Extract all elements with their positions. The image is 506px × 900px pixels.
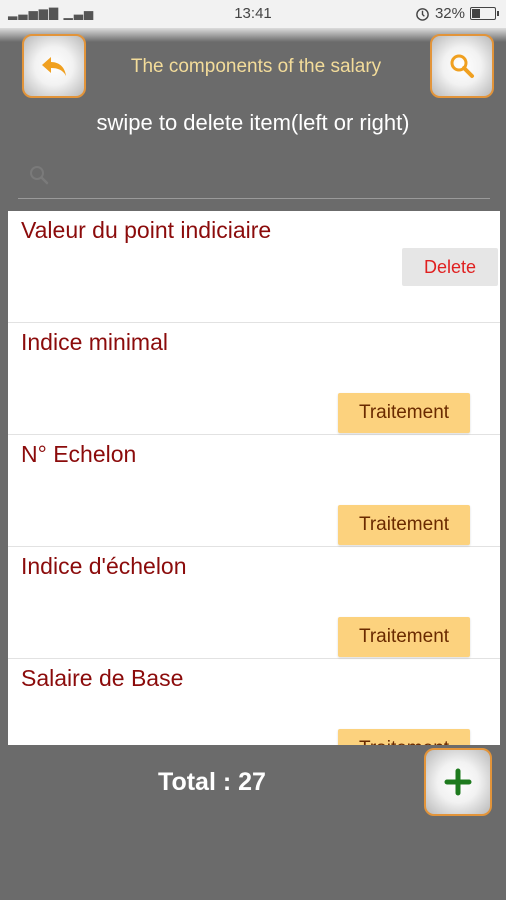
total-count: Total : 27 [158,768,266,796]
list-item[interactable]: N° Echelon Traitement [8,435,500,547]
components-list[interactable]: Valeur du point indiciaire Delete Indice… [8,211,500,745]
item-title: N° Echelon [21,441,137,467]
status-right: 32% [415,5,499,22]
item-title: Salaire de Base [21,665,184,691]
battery-fill [472,9,480,18]
traitement-button[interactable]: Traitement [338,729,470,745]
search-icon [30,166,49,185]
back-button[interactable] [22,34,86,98]
item-title: Valeur du point indiciaire [21,217,272,243]
search-input[interactable] [58,162,482,192]
add-button[interactable] [424,748,492,816]
list-item[interactable]: Valeur du point indiciaire Delete [8,211,500,323]
reply-arrow-icon [42,57,66,76]
list-item[interactable]: Indice minimal Traitement [8,323,500,435]
traitement-button[interactable]: Traitement [338,505,470,545]
item-title: Indice d'échelon [21,553,187,579]
list-item[interactable]: Salaire de Base Traitement [8,659,500,745]
battery-percent: 32% [434,5,465,22]
traitement-button[interactable]: Traitement [338,617,470,657]
item-title: Indice minimal [21,329,168,355]
search-bar[interactable] [18,156,490,199]
alarm-icon [416,8,429,21]
search-icon [450,54,474,78]
swipe-hint: swipe to delete item(left or right) [96,110,410,135]
traitement-button[interactable]: Traitement [338,393,470,433]
battery-icon [470,7,499,20]
list-item[interactable]: Indice d'échelon Traitement [8,547,500,659]
search-button[interactable] [430,34,494,98]
plus-icon [444,768,472,796]
page-title: The components of the salary [130,56,382,77]
status-bar: ▂▃▅▆▇ ▁▃▅ 13:41 32% [0,0,506,28]
delete-button[interactable]: Delete [402,248,498,286]
